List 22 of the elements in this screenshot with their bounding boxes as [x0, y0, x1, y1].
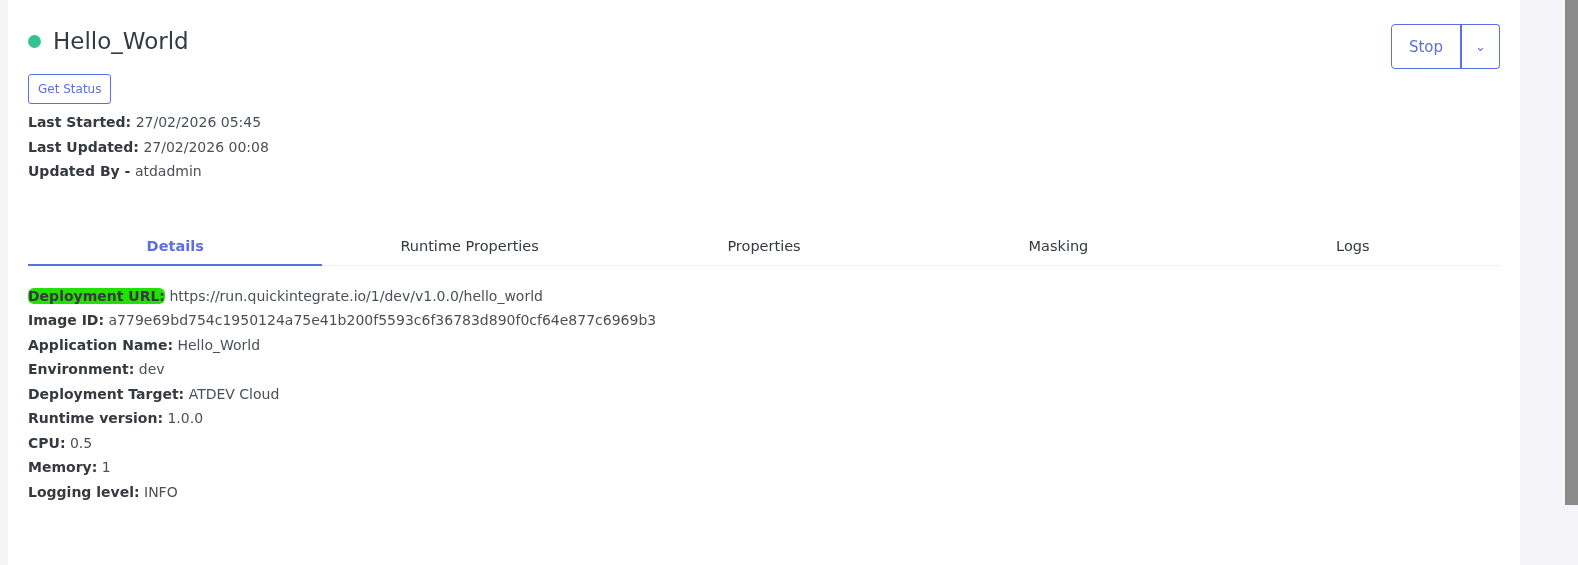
detail-line: Deployment Target: ATDEV Cloud: [28, 384, 281, 404]
tab[interactable]: Logs: [1205, 227, 1501, 266]
detail-line: Runtime version: 1.0.0: [28, 409, 205, 428]
detail-line: CPU: 0.5: [28, 433, 94, 453]
meta-line: Updated By - atdadmin: [28, 162, 203, 181]
detail-line: Environment: dev: [28, 360, 166, 379]
tab[interactable]: Masking: [911, 227, 1206, 266]
detail-line: Application Name: Hello_World: [28, 335, 262, 355]
tab[interactable]: Runtime Properties: [322, 227, 617, 266]
detail-line: Memory: 1: [28, 458, 112, 477]
detail-line: Image ID: a779e69bd754c1950124a75e41b200f5593c6f36783d890f0cf64e877c6969b3: [28, 311, 658, 330]
meta-line: Last Started: 27/02/2026 05:45: [28, 113, 263, 132]
tab[interactable]: Properties: [616, 227, 912, 266]
dropdown-toggle[interactable]: ⌄: [1460, 24, 1500, 69]
app-title: Hello_World: [53, 28, 189, 54]
tab[interactable]: Details: [28, 227, 323, 266]
detail-line: Logging level: INFO: [28, 482, 179, 502]
meta-line: Last Updated: 27/02/2026 00:08: [28, 137, 269, 157]
detail-line: Deployment URL: https://run.quickintegrate.io/1/dev/v1.0.0/hello_world: [28, 286, 544, 306]
get-status-button[interactable]: Get Status: [28, 74, 112, 104]
scrollbar[interactable]: [1565, 0, 1578, 505]
stop-button[interactable]: Stop: [1390, 24, 1461, 69]
